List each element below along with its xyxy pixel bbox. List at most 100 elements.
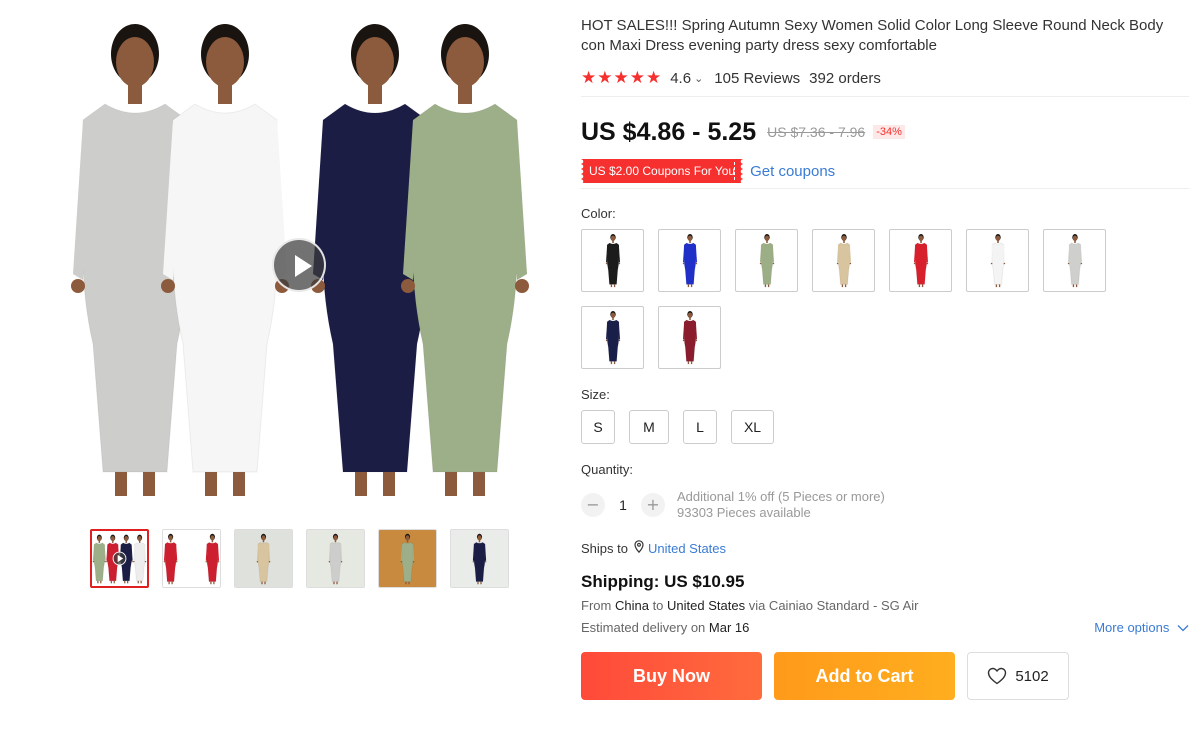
color-swatch-black[interactable] — [581, 229, 644, 292]
wishlist-button[interactable]: 5102 — [967, 652, 1069, 700]
quantity-stepper: − 1 + Additional 1% off (5 Pieces or mor… — [581, 489, 1191, 521]
color-swatches — [581, 229, 1121, 369]
color-swatch-blue[interactable] — [658, 229, 721, 292]
quantity-input[interactable]: 1 — [605, 497, 641, 513]
swatch-image — [605, 233, 620, 287]
purchase-actions: Buy Now Add to Cart 5102 — [581, 652, 1191, 700]
to-word: to — [652, 598, 664, 613]
discount-badge: -34% — [873, 125, 905, 139]
star-rating-icon: ★★★★★ — [581, 68, 663, 87]
eta-date: Mar 16 — [708, 620, 750, 635]
swatch-figure — [682, 233, 697, 287]
swatch-figure — [605, 310, 620, 364]
thumbnail-red-pair[interactable] — [162, 529, 221, 588]
wishlist-count: 5102 — [1015, 667, 1049, 685]
ships-to-row: Ships to United States — [581, 540, 1191, 556]
thumbnail-image — [307, 530, 364, 587]
size-xl-button[interactable]: XL — [731, 410, 774, 444]
swatch-image — [913, 233, 928, 287]
stock-available: 93303 Pieces available — [677, 505, 811, 520]
more-options-label: More options — [1094, 620, 1170, 635]
chevron-down-icon[interactable]: ⌄ — [694, 72, 703, 85]
thumbnail-image — [451, 530, 508, 587]
color-swatch-khaki[interactable] — [812, 229, 875, 292]
color-swatch-white[interactable] — [966, 229, 1029, 292]
color-label: Color: — [581, 206, 616, 221]
swatch-figure — [682, 310, 697, 364]
thumbnail-image — [163, 530, 220, 587]
quantity-note: Additional 1% off (5 Pieces or more) 933… — [677, 489, 885, 521]
thumbnail-image — [379, 530, 436, 587]
swatch-figure — [990, 233, 1005, 287]
swatch-figure — [836, 233, 851, 287]
swatch-image — [990, 233, 1005, 287]
color-swatch-navy[interactable] — [581, 306, 644, 369]
swatch-figure — [605, 233, 620, 287]
size-s-button[interactable]: S — [581, 410, 615, 444]
quantity-increase-button[interactable]: + — [641, 493, 665, 517]
thumbnail-image — [235, 530, 292, 587]
divider — [581, 188, 1189, 189]
shipping-method: via Cainiao Standard - SG Air — [748, 598, 919, 613]
original-price: US $7.36 - 7.96 — [767, 124, 866, 140]
size-m-button[interactable]: M — [629, 410, 669, 444]
thumbnail-green-indoor[interactable] — [378, 529, 437, 588]
chevron-down-icon — [1177, 625, 1189, 632]
color-swatch-gray[interactable] — [1043, 229, 1106, 292]
swatch-figure — [759, 233, 774, 287]
size-l-button[interactable]: L — [683, 410, 717, 444]
reviews-link[interactable]: 105 Reviews — [714, 70, 800, 87]
divider — [581, 96, 1189, 97]
shipping-cost: Shipping: US $10.95 — [581, 572, 745, 591]
product-info: HOT SALES!!! Spring Autumn Sexy Women So… — [581, 16, 1191, 700]
more-options-link[interactable]: More options — [1094, 620, 1189, 635]
swatch-image — [759, 233, 774, 287]
eta-prefix: Estimated delivery on — [581, 620, 706, 635]
thumbnail-strip — [90, 529, 509, 588]
estimated-delivery-row: Estimated delivery on Mar 16 More option… — [581, 620, 1189, 635]
location-pin-icon — [634, 540, 644, 556]
swatch-image — [605, 310, 620, 364]
quantity-decrease-button[interactable]: − — [581, 493, 605, 517]
play-video-button[interactable] — [272, 238, 326, 292]
product-title: HOT SALES!!! Spring Autumn Sexy Women So… — [581, 17, 1164, 54]
quantity-label: Quantity: — [581, 462, 634, 477]
thumbnail-four-colors-video[interactable] — [90, 529, 149, 588]
thumbnail-navy-studio[interactable] — [450, 529, 509, 588]
coupon-row: US $2.00 Coupons For You Get coupons — [581, 159, 1191, 183]
swatch-image — [682, 233, 697, 287]
color-swatch-red[interactable] — [889, 229, 952, 292]
rating-row: ★★★★★ 4.6 ⌄ 105 Reviews 392 orders — [581, 68, 1191, 88]
coupon-text: US $2.00 Coupons For You — [589, 164, 736, 178]
bulk-discount-note: Additional 1% off (5 Pieces or more) — [677, 489, 885, 504]
coupon-badge[interactable]: US $2.00 Coupons For You — [581, 159, 744, 183]
size-label: Size: — [581, 387, 610, 402]
color-swatch-wine[interactable] — [658, 306, 721, 369]
origin-country: China — [614, 598, 649, 613]
swatch-figure — [1067, 233, 1082, 287]
orders-count: 392 orders — [809, 69, 881, 87]
heart-icon — [988, 667, 1007, 685]
ships-to-country-link[interactable]: United States — [648, 541, 726, 556]
buy-now-button[interactable]: Buy Now — [581, 652, 762, 700]
swatch-figure — [913, 233, 928, 287]
ships-to-label: Ships to — [581, 540, 628, 556]
swatch-image — [682, 310, 697, 364]
thumbnail-khaki-outdoor[interactable] — [234, 529, 293, 588]
thumbnail-gray-outdoor[interactable] — [306, 529, 365, 588]
thumbnail-image — [92, 531, 147, 586]
rating-value[interactable]: 4.6 — [670, 70, 691, 87]
shipping-route: From China to United States via Cainiao … — [581, 598, 1191, 613]
get-coupons-link[interactable]: Get coupons — [750, 163, 835, 180]
color-swatch-green[interactable] — [735, 229, 798, 292]
price-row: US $4.86 - 5.25 US $7.36 - 7.96 -34% — [581, 116, 1191, 148]
current-price: US $4.86 - 5.25 — [581, 117, 757, 146]
estimated-delivery: Estimated delivery on Mar 16 — [581, 620, 749, 635]
destination-country: United States — [667, 598, 746, 613]
add-to-cart-button[interactable]: Add to Cart — [774, 652, 955, 700]
swatch-image — [1067, 233, 1082, 287]
from-word: From — [581, 598, 612, 613]
swatch-image — [836, 233, 851, 287]
size-options: S M L XL — [581, 410, 1191, 444]
main-product-image[interactable] — [60, 16, 550, 510]
